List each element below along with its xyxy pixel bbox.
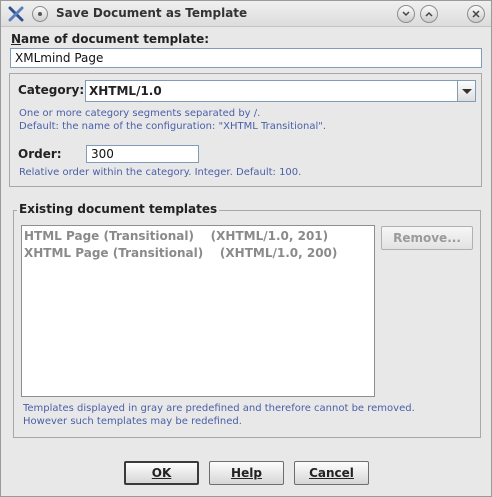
close-icon[interactable]	[467, 5, 485, 23]
ok-button[interactable]: OK	[124, 461, 199, 485]
category-hint-1: One or more category segments separated …	[19, 108, 261, 119]
category-value: XHTML/1.0	[89, 84, 162, 98]
dialog-title: Save Document as Template	[56, 6, 248, 20]
minimize-icon[interactable]	[397, 5, 415, 23]
templates-note-1: Templates displayed in gray are predefin…	[23, 403, 415, 414]
xmlmind-x-icon	[8, 6, 24, 22]
cancel-button[interactable]: Cancel	[294, 461, 369, 485]
template-name-field[interactable]: XMLmind Page	[10, 48, 482, 68]
templates-note-2: However such templates may be redefined.	[23, 416, 242, 427]
name-label: Name of document template:	[11, 32, 210, 46]
remove-button-label: Remove...	[393, 231, 461, 245]
chevron-down-icon[interactable]	[457, 81, 475, 101]
window-menu-icon[interactable]	[32, 6, 48, 22]
help-button-label: Help	[231, 466, 262, 480]
list-item[interactable]: HTML Page (Transitional) (XHTML/1.0, 201…	[24, 229, 328, 243]
category-label: Category:	[18, 83, 85, 97]
order-field[interactable]: 300	[86, 145, 199, 163]
category-combo[interactable]: XHTML/1.0	[85, 80, 476, 102]
existing-templates-legend: Existing document templates	[17, 202, 220, 216]
maximize-icon[interactable]	[420, 5, 438, 23]
list-item[interactable]: XHTML Page (Transitional) (XHTML/1.0, 20…	[24, 246, 337, 260]
save-template-dialog: Save Document as Template Name of docume…	[0, 0, 492, 497]
ok-button-label: OK	[151, 466, 172, 480]
order-hint: Relative order within the category. Inte…	[19, 167, 302, 178]
templates-list[interactable]: HTML Page (Transitional) (XHTML/1.0, 201…	[21, 225, 375, 397]
cancel-button-label: Cancel	[309, 466, 354, 480]
title-bar[interactable]: Save Document as Template	[1, 1, 491, 27]
remove-button[interactable]: Remove...	[381, 226, 473, 250]
category-hint-2: Default: the name of the configuration: …	[19, 121, 327, 132]
help-button[interactable]: Help	[209, 461, 284, 485]
order-label: Order:	[18, 147, 62, 161]
